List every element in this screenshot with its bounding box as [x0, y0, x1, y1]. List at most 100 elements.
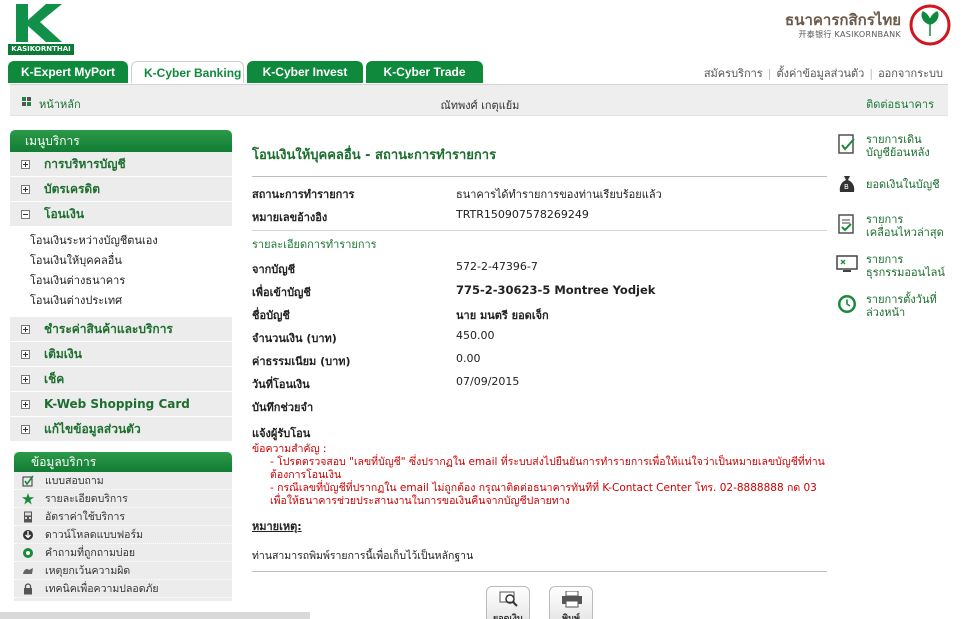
info-label: แบบสอบถาม	[45, 475, 104, 487]
service-info-title: ข้อมูลบริการ	[14, 452, 232, 472]
action-buttons: ยอดเงิน พิมพ์	[486, 586, 593, 619]
details-section-title: รายละเอียดการทำรายการ	[252, 238, 377, 251]
from-account-label: จากบัญชี	[252, 263, 296, 276]
important-point-1: - โปรดตรวจสอบ "เลขที่บัญชี" ซึ่งปรากฏใน …	[270, 456, 825, 481]
tab-k-expert-myport[interactable]: K-Expert MyPort	[8, 61, 128, 83]
amount-label: จำนวนเงิน (บาท)	[252, 332, 337, 345]
menu-cheque[interactable]: เช็ค	[10, 367, 232, 392]
info-label: ดาวน์โหลดแบบฟอร์ม	[45, 529, 144, 541]
quick-link-line2: ล่วงหน้า	[866, 306, 906, 319]
balance-button-label: ยอดเงิน	[492, 614, 524, 619]
register-link[interactable]: สมัครบริการ	[704, 67, 763, 80]
menu-edit-profile[interactable]: แก้ไขข้อมูลส่วนตัว	[10, 417, 232, 442]
menu-bill-payment[interactable]: ชำระค่าสินค้าและบริการ	[10, 317, 232, 342]
expand-icon	[21, 324, 30, 334]
bank-seal-icon	[909, 4, 951, 46]
menu-label: ชำระค่าสินค้าและบริการ	[44, 321, 173, 336]
quick-link-statement-history[interactable]: รายการเดิน บัญชีย้อนหลัง	[836, 133, 961, 171]
print-button-label: พิมพ์	[562, 614, 580, 619]
info-questionnaire[interactable]: แบบสอบถาม	[14, 472, 232, 490]
submenu-international[interactable]: โอนเงินต่างประเทศ	[30, 291, 232, 311]
quick-link-line1: รายการ	[866, 213, 904, 226]
tab-k-cyber-trade[interactable]: K-Cyber Trade	[366, 61, 483, 83]
menu-top-up[interactable]: เติมเงิน	[10, 342, 232, 367]
info-disclaimer[interactable]: เหตุยกเว้นความผิด	[14, 562, 232, 580]
quick-link-scheduled[interactable]: รายการตั้งวันที่ ล่วงหน้า	[836, 293, 961, 331]
service-menu-title: เมนูบริการ	[10, 130, 232, 152]
account-name-label: ชื่อบัญชี	[252, 309, 290, 322]
expand-icon	[21, 349, 30, 359]
context-bar: หน้าหลัก ณัทพงศ์ เกตุแย้ม ติดต่อธนาคาร	[10, 84, 948, 116]
submenu-own-accounts[interactable]: โอนเงินระหว่างบัญชีตนเอง	[30, 231, 232, 251]
account-name-value: นาย มนตรี ยอดเจ็ก	[456, 309, 549, 322]
menu-label: K-Web Shopping Card	[44, 397, 190, 411]
info-label: เทคนิคเพื่อความปลอดภัย	[45, 583, 159, 595]
transfer-submenu: โอนเงินระหว่างบัญชีตนเอง โอนเงินให้บุคคล…	[10, 227, 232, 317]
transaction-status-panel: โอนเงินให้บุคคลอื่น - สถานะการทำรายการ ส…	[252, 130, 827, 572]
menu-label: เช็ค	[44, 371, 65, 386]
menu-label: แก้ไขข้อมูลส่วนตัว	[44, 421, 141, 436]
profile-settings-link[interactable]: ตั้งค่าข้อมูลส่วนตัว	[776, 67, 864, 80]
quick-link-line1: รายการ	[866, 253, 904, 266]
horizontal-scrollbar[interactable]	[0, 612, 310, 619]
svg-text:B: B	[844, 183, 849, 191]
important-heading: ข้อความสำคัญ :	[252, 443, 327, 455]
menu-label: บัตรเครดิต	[44, 181, 101, 196]
submenu-other-bank[interactable]: โอนเงินต่างธนาคาร	[30, 271, 232, 291]
divider	[252, 176, 827, 177]
faq-icon	[22, 547, 34, 559]
logout-link[interactable]: ออกจากระบบ	[878, 67, 943, 80]
magnifier-icon	[499, 591, 518, 607]
status-label: สถานะการทำรายการ	[252, 188, 355, 201]
memo-row: บันทึกช่วยจำ	[252, 393, 827, 419]
menu-credit-card[interactable]: บัตรเครดิต	[10, 177, 232, 202]
contact-bank-link[interactable]: ติดต่อธนาคาร	[866, 95, 934, 113]
amount-row: จำนวนเงิน (บาท) 450.00	[252, 324, 827, 347]
to-account-row: เพื่อเข้าบัญชี 775-2-30623-5 Montree Yod…	[252, 278, 827, 301]
info-faq[interactable]: คำถามที่ถูกถามบ่อย	[14, 544, 232, 562]
tab-k-cyber-invest[interactable]: K-Cyber Invest	[247, 61, 363, 83]
menu-transfer[interactable]: โอนเงิน	[10, 202, 232, 227]
quick-link-online-transactions[interactable]: รายการ ธุรกรรมออนไลน์	[836, 253, 961, 291]
download-icon	[22, 529, 34, 541]
service-info-box: ข้อมูลบริการ แบบสอบถาม รายละเอียดบริการ …	[14, 452, 232, 601]
fee-value: 0.00	[456, 352, 481, 365]
info-label: รายละเอียดบริการ	[45, 493, 128, 505]
balance-inquiry-button[interactable]: ยอดเงิน	[486, 586, 530, 619]
user-name: ณัทพงศ์ เกตุแย้ม	[440, 99, 520, 112]
tab-k-cyber-banking[interactable]: K-Cyber Banking	[131, 61, 244, 83]
notify-recipient-label: แจ้งผู้รับโอน	[252, 427, 311, 440]
info-service-details[interactable]: รายละเอียดบริการ	[14, 490, 232, 508]
info-fee-rates[interactable]: อัตราค่าใช้บริการ	[14, 508, 232, 526]
reference-label: หมายเลขอ้างอิง	[252, 211, 328, 224]
info-security-tips[interactable]: เทคนิคเพื่อความปลอดภัย	[14, 580, 232, 598]
kasikorn-logo[interactable]: KASIKORNTHAI	[8, 2, 74, 56]
to-account-label: เพื่อเข้าบัญชี	[252, 286, 311, 299]
top-links: สมัครบริการ | ตั้งค่าข้อมูลส่วนตัว | ออกจากร…	[703, 67, 943, 80]
menu-account-management[interactable]: การบริหารบัญชี	[10, 152, 232, 177]
divider	[252, 571, 827, 572]
transfer-date-value: 07/09/2015	[456, 375, 520, 388]
expand-icon	[21, 374, 30, 384]
quick-link-account-balance[interactable]: B ยอดเงินในบัญชี	[836, 173, 961, 211]
reference-number: TRTR150907578269249	[456, 208, 589, 221]
reference-row: หมายเลขอ้างอิง TRTR150907578269249	[252, 203, 827, 226]
submenu-other-person[interactable]: โอนเงินให้บุคคลอื่น	[30, 251, 232, 271]
divider	[252, 230, 827, 231]
menu-k-web-shopping-card[interactable]: K-Web Shopping Card	[10, 392, 232, 417]
printer-icon	[562, 591, 582, 608]
logo-text: KASIKORNTHAI	[8, 44, 74, 55]
quick-link-recent-activity[interactable]: รายการ เคลื่อนไหวล่าสุด	[836, 213, 961, 251]
home-link[interactable]: หน้าหลัก	[39, 95, 81, 113]
home-icon	[22, 97, 31, 106]
amount-value: 450.00	[456, 329, 495, 342]
star-icon	[22, 492, 34, 505]
quick-link-line1: ยอดเงินในบัญชี	[866, 178, 940, 191]
k-logo-icon	[10, 2, 72, 44]
quick-link-line2: ธุรกรรมออนไลน์	[866, 266, 945, 279]
fee-label: ค่าธรรมเนียม (บาท)	[252, 355, 351, 368]
expand-icon	[21, 424, 30, 434]
print-button[interactable]: พิมพ์	[549, 586, 593, 619]
info-download-forms[interactable]: ดาวน์โหลดแบบฟอร์ม	[14, 526, 232, 544]
lock-icon	[22, 582, 34, 595]
